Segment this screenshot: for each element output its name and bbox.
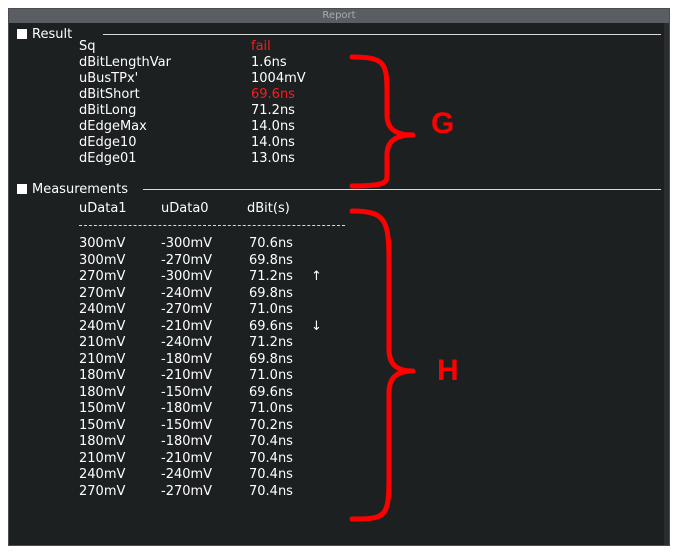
dbit-cell: 69.6ns: [249, 384, 293, 400]
udata1-cell: 240mV: [79, 302, 126, 317]
result-item-value: 13.0ns: [251, 151, 295, 166]
dbit-cell: 70.4ns: [249, 467, 293, 482]
measurements-section-header: Measurements: [17, 181, 128, 197]
dbit-cell: 71.2ns: [249, 335, 293, 350]
annotation-h-label: H: [437, 354, 459, 387]
udata1-cell: 210mV: [79, 335, 126, 350]
section-marker-icon: [17, 29, 27, 39]
udata0-cell: -240mV: [161, 335, 213, 350]
udata0-cell: -270mV: [161, 252, 213, 268]
section-marker-icon: [17, 184, 27, 194]
udata0-cell: -180mV: [161, 401, 213, 416]
dbit-cell: 69.8ns: [249, 351, 293, 367]
bracket-g: [349, 54, 416, 189]
udata0-cell: -180mV: [161, 434, 213, 449]
result-item-value: fail: [251, 39, 271, 54]
result-item-name: dBitLong: [79, 103, 137, 118]
dbit-cell: 70.6ns: [249, 236, 293, 251]
udata0-cell: -210mV: [161, 318, 213, 334]
udata1-cell: 180mV: [79, 384, 126, 400]
column-header-dbit: dBit(s): [247, 201, 290, 216]
report-content: Result Sq fail dBitLengthVar 1.6ns uBusTPx' 1…: [17, 27, 661, 537]
udata1-cell: 210mV: [79, 351, 126, 367]
column-header-udata0: uData0: [161, 201, 209, 216]
result-divider: [103, 34, 661, 35]
dbit-cell: 71.2ns: [249, 269, 293, 284]
trend-marker: ↑: [311, 269, 322, 284]
udata1-cell: 210mV: [79, 450, 126, 466]
dbit-cell: 70.2ns: [249, 417, 293, 433]
udata0-cell: -150mV: [161, 417, 213, 433]
udata1-cell: 240mV: [79, 467, 126, 482]
udata1-cell: 150mV: [79, 417, 126, 433]
udata0-cell: -270mV: [161, 302, 213, 317]
window-title: Report: [9, 9, 669, 23]
udata0-cell: -150mV: [161, 384, 213, 400]
result-item-name: dEdgeMax: [79, 119, 147, 134]
dbit-cell: 70.4ns: [249, 483, 293, 499]
result-item-value: 14.0ns: [251, 135, 295, 150]
udata1-cell: 180mV: [79, 434, 126, 449]
udata0-cell: -300mV: [161, 269, 213, 284]
dbit-cell: 70.4ns: [249, 434, 293, 449]
udata1-cell: 300mV: [79, 252, 126, 268]
udata0-cell: -210mV: [161, 450, 213, 466]
report-window: Report Result Sq fail dBitLengthVar 1.6ns uB…: [8, 8, 670, 546]
result-item-name: dEdge01: [79, 151, 137, 166]
result-item-value: 69.6ns: [251, 87, 295, 102]
udata1-cell: 270mV: [79, 483, 126, 499]
udata1-cell: 180mV: [79, 368, 126, 383]
annotation-g-label: G: [431, 107, 455, 140]
result-item-value: 1.6ns: [251, 55, 287, 70]
result-section-header: Result: [17, 26, 72, 42]
result-header-label: Result: [32, 26, 73, 42]
udata0-cell: -240mV: [161, 467, 213, 482]
result-item-value: 14.0ns: [251, 119, 295, 134]
column-header-udata1: uData1: [79, 201, 127, 216]
dbit-cell: 69.6ns: [249, 318, 293, 334]
result-item-value: 1004mV: [251, 71, 306, 86]
udata0-cell: -270mV: [161, 483, 213, 499]
dbit-cell: 69.8ns: [249, 252, 293, 268]
dbit-cell: 70.4ns: [249, 450, 293, 466]
udata1-cell: 150mV: [79, 401, 126, 416]
result-item-name: uBusTPx': [79, 71, 139, 86]
trend-marker: ↓: [311, 318, 322, 334]
udata0-cell: -300mV: [161, 236, 213, 251]
udata1-cell: 300mV: [79, 236, 126, 251]
result-item-value: 71.2ns: [251, 103, 295, 118]
udata1-cell: 270mV: [79, 269, 126, 284]
result-item-name: Sq: [79, 39, 96, 54]
dbit-cell: 71.0ns: [249, 401, 293, 416]
dbit-cell: 69.8ns: [249, 285, 293, 301]
udata0-cell: -210mV: [161, 368, 213, 383]
bracket-h: [349, 208, 416, 522]
measurements-header-label: Measurements: [32, 181, 129, 197]
scrollbar[interactable]: [664, 23, 669, 545]
result-item-name: dEdge10: [79, 135, 137, 150]
result-item-name: dBitLengthVar: [79, 55, 171, 70]
dbit-cell: 71.0ns: [249, 368, 293, 383]
header-separator: [79, 225, 345, 226]
udata0-cell: -240mV: [161, 285, 213, 301]
udata0-cell: -180mV: [161, 351, 213, 367]
udata1-cell: 270mV: [79, 285, 126, 301]
dbit-cell: 71.0ns: [249, 302, 293, 317]
result-item-name: dBitShort: [79, 87, 140, 102]
udata1-cell: 240mV: [79, 318, 126, 334]
